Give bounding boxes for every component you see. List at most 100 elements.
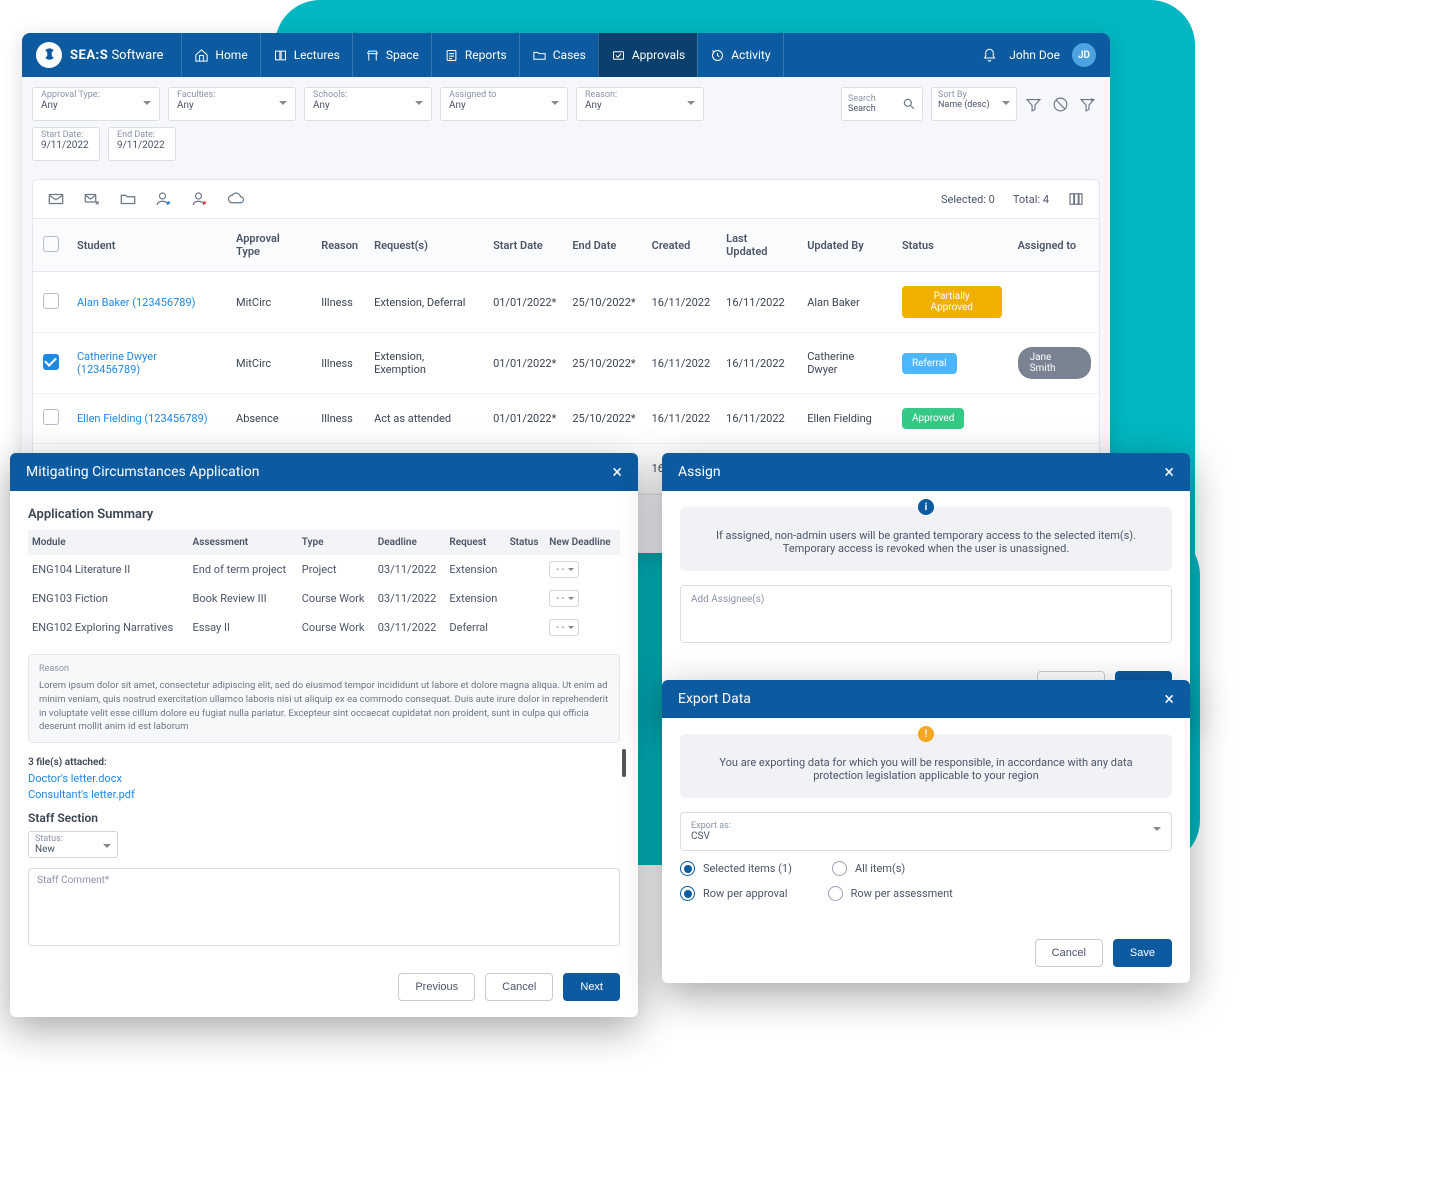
staff-status-select[interactable]: Status: New	[28, 831, 118, 858]
radio-selected-items[interactable]: Selected items (1)	[680, 861, 792, 876]
selected-count: Selected: 0	[941, 193, 995, 206]
cell-end: 25/10/2022*	[564, 333, 643, 394]
sort-by-select[interactable]: Sort By Name (desc)	[931, 87, 1017, 121]
cell-deadline: 03/11/2022	[374, 613, 446, 642]
funnel-icon[interactable]	[1025, 96, 1042, 113]
close-icon[interactable]: ×	[612, 462, 622, 483]
nav-space[interactable]: Space	[352, 33, 431, 77]
table-row[interactable]: Catherine Dwyer (123456789) MitCircIllnes…	[33, 333, 1099, 394]
nav-approvals[interactable]: Approvals	[598, 33, 697, 77]
table-row[interactable]: Ellen Fielding (123456789)AbsenceIllness…	[33, 394, 1099, 444]
column-header: Request	[445, 530, 505, 555]
export-scope-radios: Selected items (1) All item(s)	[680, 861, 1172, 876]
mitigating-circumstances-dialog: Mitigating Circumstances Application × A…	[10, 453, 638, 1017]
cell-status	[506, 555, 546, 584]
filter-assigned-to[interactable]: Assigned to Any	[440, 87, 568, 121]
column-header: Deadline	[374, 530, 446, 555]
top-bar-right: John Doe JD	[982, 43, 1096, 67]
cell-created: 16/11/2022	[644, 333, 719, 394]
cell-reason: Illness	[313, 333, 366, 394]
filter-start-date[interactable]: Start Date: 9/11/2022	[32, 127, 100, 161]
cancel-button[interactable]: Cancel	[1035, 939, 1103, 967]
new-deadline-select[interactable]: - -	[549, 590, 579, 607]
row-checkbox[interactable]	[43, 409, 59, 425]
cell-assessment: Book Review III	[189, 584, 298, 613]
user-avatar[interactable]: JD	[1072, 43, 1096, 67]
table-row[interactable]: Alan Baker (123456789)MitCircIllnessExte…	[33, 272, 1099, 333]
filter-schools[interactable]: Schools: Any	[304, 87, 432, 121]
filter-approval-type[interactable]: Approval Type: Any	[32, 87, 160, 121]
cell-updated: 16/11/2022	[718, 272, 799, 333]
radio-row-per-approval[interactable]: Row per approval	[680, 886, 788, 901]
dialog-header: Mitigating Circumstances Application ×	[10, 453, 638, 491]
summary-row: ENG102 Exploring NarrativesEssay IICours…	[28, 613, 620, 642]
cell-end: 25/10/2022*	[564, 272, 643, 333]
nav-lectures[interactable]: Lectures	[260, 33, 352, 77]
student-link[interactable]: Alan Baker (123456789)	[77, 296, 195, 309]
search-icon	[902, 97, 916, 111]
assignee-pill: Jane Smith	[1018, 347, 1091, 379]
cell-type: Absence	[228, 394, 313, 444]
nav-label: Reports	[465, 48, 507, 62]
close-icon[interactable]: ×	[1164, 462, 1174, 483]
user-name[interactable]: John Doe	[1009, 48, 1060, 62]
cell-deadline: 03/11/2022	[374, 584, 446, 613]
attachment-link[interactable]: Consultant's letter.pdf	[28, 788, 620, 801]
cell-type: MitCirc	[228, 333, 313, 394]
search-input[interactable]: Search Search	[841, 87, 923, 121]
save-button[interactable]: Save	[1113, 939, 1172, 967]
approvals-icon	[611, 48, 626, 63]
previous-button[interactable]: Previous	[398, 973, 475, 1001]
close-icon[interactable]: ×	[1164, 689, 1174, 710]
column-header: Last Updated	[718, 219, 799, 272]
user-add-icon[interactable]	[155, 190, 173, 208]
cell-reason: Illness	[313, 272, 366, 333]
radio-row-per-assessment[interactable]: Row per assessment	[828, 886, 953, 901]
row-checkbox[interactable]	[43, 293, 59, 309]
nav-reports[interactable]: Reports	[431, 33, 519, 77]
warning-icon: !	[918, 726, 934, 742]
next-button[interactable]: Next	[563, 973, 620, 1001]
clear-filters-icon[interactable]	[1052, 96, 1069, 113]
column-header: Request(s)	[366, 219, 485, 272]
scroll-thumb[interactable]	[622, 749, 626, 777]
filter-reason[interactable]: Reason: Any	[576, 87, 704, 121]
column-header: End Date	[564, 219, 643, 272]
select-all-header[interactable]	[33, 219, 69, 272]
column-header: Start Date	[485, 219, 564, 272]
select-all-checkbox[interactable]	[43, 236, 59, 252]
columns-icon[interactable]	[1067, 190, 1085, 208]
student-link[interactable]: Catherine Dwyer (123456789)	[77, 350, 157, 376]
folder-icon[interactable]	[119, 190, 137, 208]
staff-comment-input[interactable]: Staff Comment*	[28, 868, 620, 946]
export-as-select[interactable]: Export as: CSV	[680, 812, 1172, 851]
application-summary-table: ModuleAssessmentTypeDeadlineRequestStatu…	[28, 530, 620, 642]
radio-all-items[interactable]: All item(s)	[832, 861, 905, 876]
nav-home[interactable]: Home	[181, 33, 259, 77]
dialog-title: Export Data	[678, 691, 751, 707]
main-nav: HomeLecturesSpace Reports CasesApprovalsAc…	[181, 33, 982, 77]
attachment-link[interactable]: Doctor's letter.docx	[28, 772, 620, 785]
new-deadline-select[interactable]: - -	[549, 561, 579, 578]
mail-icon[interactable]	[47, 190, 65, 208]
new-deadline-select[interactable]: - -	[549, 619, 579, 636]
bell-icon[interactable]	[982, 48, 997, 63]
cloud-export-icon[interactable]	[227, 190, 245, 208]
nav-cases[interactable]: Cases	[519, 33, 598, 77]
cell-updated: 16/11/2022	[718, 394, 799, 444]
add-assignee-input[interactable]: Add Assignee(s)	[680, 585, 1172, 643]
status-badge: Approved	[902, 408, 964, 429]
funnel-add-icon[interactable]	[1079, 96, 1096, 113]
filter-end-date[interactable]: End Date: 9/11/2022	[108, 127, 176, 161]
column-header: Module	[28, 530, 189, 555]
mail-remove-icon[interactable]	[83, 190, 101, 208]
column-header: Created	[644, 219, 719, 272]
action-toolbar: Selected: 0 Total: 4	[32, 179, 1100, 219]
nav-activity[interactable]: Activity	[697, 33, 783, 77]
filter-faculties[interactable]: Faculties: Any	[168, 87, 296, 121]
staff-section-heading: Staff Section	[28, 811, 620, 825]
student-link[interactable]: Ellen Fielding (123456789)	[77, 412, 208, 425]
cancel-button[interactable]: Cancel	[485, 973, 553, 1001]
row-checkbox[interactable]	[43, 354, 59, 370]
user-remove-icon[interactable]	[191, 190, 209, 208]
